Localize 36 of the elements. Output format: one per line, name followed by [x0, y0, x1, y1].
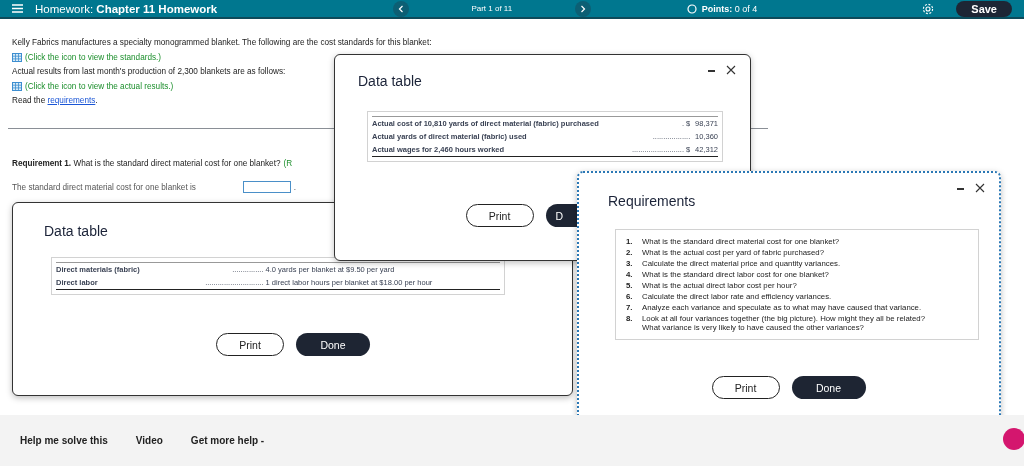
close-icon[interactable]	[975, 183, 985, 193]
print-button[interactable]: Print	[711, 376, 780, 399]
icon-hint-link[interactable]: (Click the icon to view the actual results.)	[25, 82, 174, 91]
dialog-title: Data table	[44, 223, 108, 239]
table-icon[interactable]	[12, 53, 22, 62]
previous-button[interactable]	[392, 0, 409, 17]
hint-link[interactable]: (R	[283, 159, 293, 168]
next-button[interactable]	[574, 0, 591, 17]
help-link[interactable]: Get more help -	[190, 435, 265, 446]
print-button[interactable]: Print	[465, 204, 534, 227]
part-label: Part 1 of 11	[470, 4, 514, 13]
circle-icon	[686, 3, 697, 14]
points-label: Points: 0 of 4	[701, 3, 758, 14]
print-button[interactable]: Print	[216, 333, 284, 356]
read-requirements-text: Read the requirements.	[12, 95, 98, 107]
problem-text: Kelly Fabrics manufactures a specialty monogrammed blanket. The following are the cost standards for this blanket:	[12, 37, 432, 49]
next-icon[interactable]	[579, 4, 586, 13]
dialog-title: Data table	[358, 73, 422, 89]
answer-prompt: The standard direct material cost for one blanket is	[12, 182, 196, 192]
period-text: .	[293, 182, 297, 192]
requirement-question: Requirement 1. What is the standard direct material cost for one blanket?	[12, 159, 281, 168]
icon-hint-link[interactable]: (Click the icon to view the standards.)	[25, 53, 162, 62]
settings-icon[interactable]	[922, 2, 935, 15]
answer-field[interactable]	[242, 181, 291, 193]
problem-text: Actual results from last month's production of 2,300 blankets are as follows:	[12, 66, 286, 78]
homework-title: Homework: Chapter 11 Homework	[35, 2, 218, 15]
help-link[interactable]: Help me solve this	[20, 435, 108, 446]
done-button[interactable]: Done	[296, 333, 370, 356]
menu-icon[interactable]	[12, 4, 23, 13]
help-link[interactable]: Video	[135, 435, 163, 446]
done-button[interactable]: Done	[791, 376, 866, 399]
previous-icon[interactable]	[397, 4, 404, 13]
save-button[interactable]: Save	[956, 0, 1012, 17]
dialog-title: Requirements	[608, 193, 696, 209]
close-icon[interactable]	[726, 65, 736, 75]
table-icon[interactable]	[12, 82, 22, 91]
